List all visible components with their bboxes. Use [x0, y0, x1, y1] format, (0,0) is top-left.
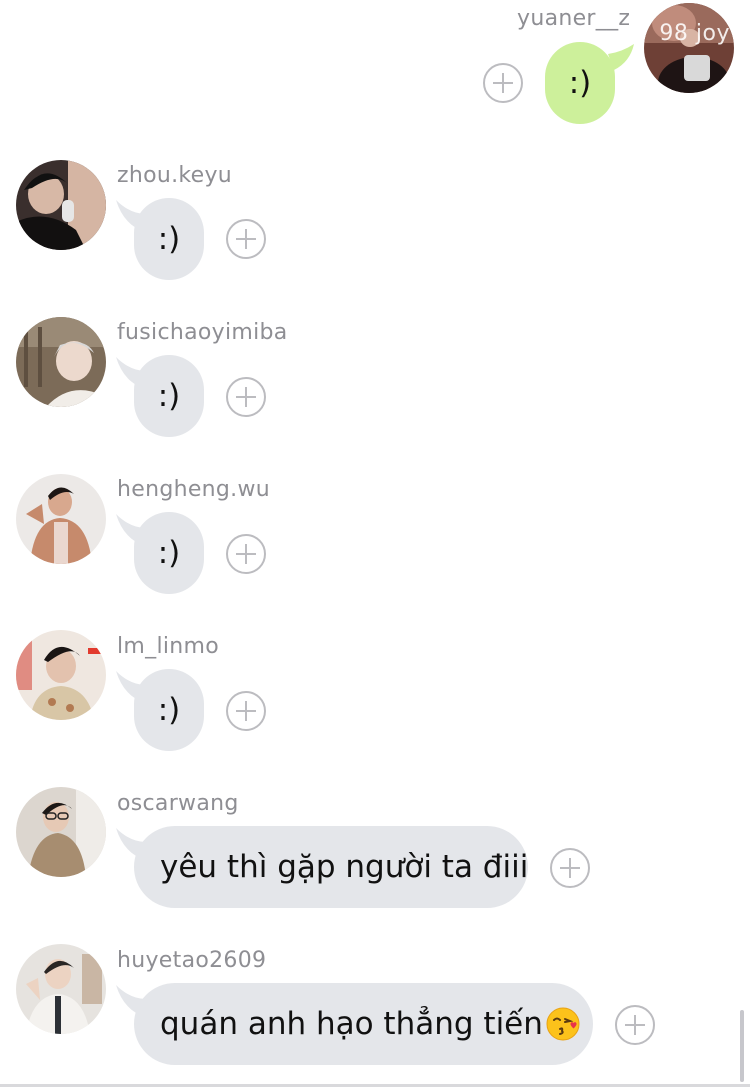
avatar[interactable]	[16, 944, 106, 1034]
avatar[interactable]	[16, 317, 106, 407]
add-reaction-button[interactable]	[226, 691, 266, 731]
message-username: zhou.keyu	[117, 163, 233, 188]
add-reaction-button[interactable]	[226, 219, 266, 259]
message-bubble[interactable]: :)	[545, 42, 615, 124]
message-bubble[interactable]: yêu thì gặp người ta điii	[134, 826, 528, 908]
add-reaction-button[interactable]	[615, 1005, 655, 1045]
message-bubble[interactable]: quán anh hạo thẳng tiến	[134, 983, 593, 1065]
avatar[interactable]	[16, 474, 106, 564]
message-bubble[interactable]: :)	[134, 512, 204, 594]
avatar[interactable]	[16, 630, 106, 720]
message-username: yuaner__z	[517, 6, 631, 31]
avatar[interactable]	[16, 160, 106, 250]
message-username: fusichaoyimiba	[117, 320, 288, 345]
add-reaction-button[interactable]	[226, 377, 266, 417]
message-username: oscarwang	[117, 791, 239, 816]
avatar[interactable]	[16, 787, 106, 877]
message-bubble[interactable]: :)	[134, 198, 204, 280]
add-reaction-button[interactable]	[550, 848, 590, 888]
message-bubble[interactable]: :)	[134, 669, 204, 751]
message-username: lm_linmo	[117, 634, 220, 659]
kissing-face-emoji	[546, 1007, 580, 1041]
avatar-caption: 98 joy	[659, 21, 730, 46]
add-reaction-button[interactable]	[483, 63, 523, 103]
bubble-tail	[608, 44, 634, 70]
add-reaction-button[interactable]	[226, 534, 266, 574]
message-text: quán anh hạo thẳng tiến	[160, 1006, 543, 1042]
message-bubble[interactable]: :)	[134, 355, 204, 437]
scrollbar[interactable]	[740, 1010, 744, 1082]
message-username: hengheng.wu	[117, 477, 271, 502]
avatar[interactable]: 98 joy	[644, 3, 734, 93]
message-username: huyetao2609	[117, 948, 267, 973]
